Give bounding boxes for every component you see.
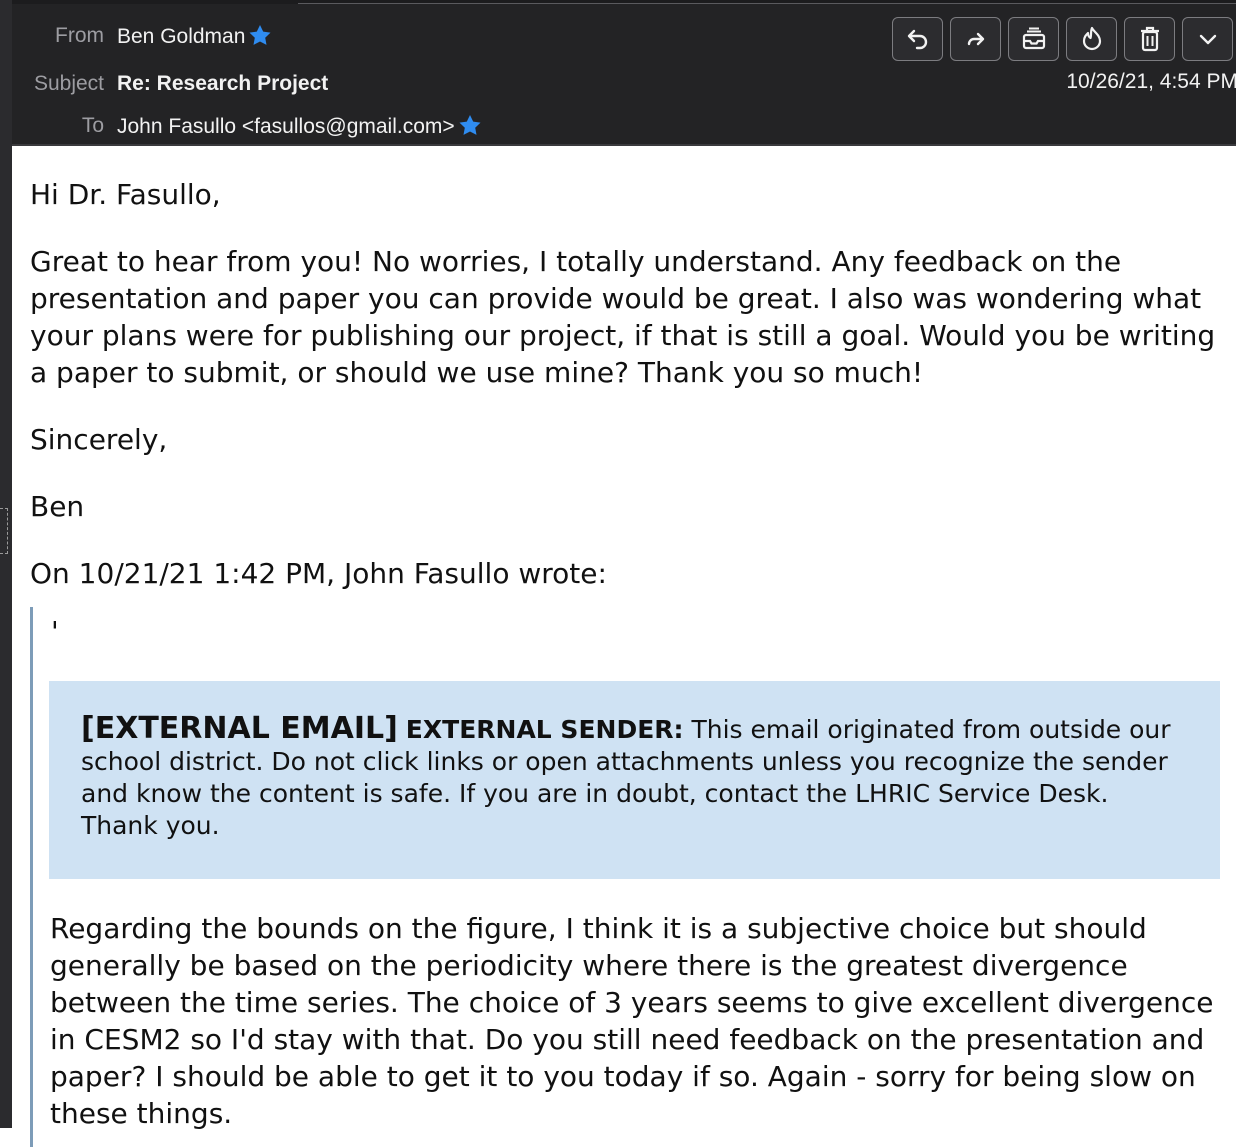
delete-button[interactable] <box>1124 17 1175 61</box>
star-icon[interactable] <box>458 114 482 142</box>
body-paragraph: Great to hear from you! No worries, I to… <box>30 245 1216 389</box>
greeting-text: Hi Dr. Fasullo, <box>30 178 221 211</box>
delete-icon <box>1140 26 1159 52</box>
closing-text: Sincerely, <box>30 423 168 456</box>
left-pane-edge <box>0 0 12 1128</box>
archive-button[interactable] <box>1008 17 1059 61</box>
forward-button[interactable] <box>950 17 1001 61</box>
subject-value: Re: Research Project <box>117 72 328 96</box>
subject-label: Subject <box>33 72 104 95</box>
signature-text: Ben <box>30 490 85 523</box>
forward-icon <box>967 32 984 46</box>
message-date: 10/26/21, 4:54 PM <box>1066 70 1236 93</box>
to-label: To <box>81 114 104 137</box>
pane-splitter-handle[interactable] <box>0 508 8 554</box>
subject-text: Re: Research Project <box>117 72 329 95</box>
message-toolbar <box>892 17 1233 63</box>
star-icon[interactable] <box>248 24 272 52</box>
from-label: From <box>55 24 104 47</box>
reply-button[interactable] <box>892 17 943 61</box>
to-field[interactable]: John Fasullo <fasullos@gmail.com> <box>117 114 482 142</box>
banner-sender-label: EXTERNAL SENDER: <box>405 715 684 744</box>
to-address[interactable]: John Fasullo <fasullos@gmail.com> <box>117 115 455 138</box>
stray-mark: ' <box>51 615 59 648</box>
chevron-down-icon <box>1199 34 1216 45</box>
external-email-banner: [EXTERNAL EMAIL] EXTERNAL SENDER: This e… <box>49 681 1220 879</box>
quoted-message: ' [EXTERNAL EMAIL] EXTERNAL SENDER: This… <box>30 607 1225 1147</box>
junk-button[interactable] <box>1066 17 1117 61</box>
archive-icon <box>1022 27 1045 50</box>
from-field[interactable]: Ben Goldman <box>117 24 272 52</box>
quoted-body: Regarding the bounds on the figure, I th… <box>50 912 1214 1130</box>
quote-attribution: On 10/21/21 1:42 PM, John Fasullo wrote: <box>30 557 607 590</box>
from-name[interactable]: Ben Goldman <box>117 25 245 48</box>
banner-tag: [EXTERNAL EMAIL] <box>81 711 398 746</box>
more-button[interactable] <box>1182 17 1233 61</box>
message-header: From Ben Goldman Subject Re: Research Pr… <box>12 4 1236 146</box>
junk-icon <box>1082 26 1101 51</box>
reply-icon <box>907 29 927 50</box>
